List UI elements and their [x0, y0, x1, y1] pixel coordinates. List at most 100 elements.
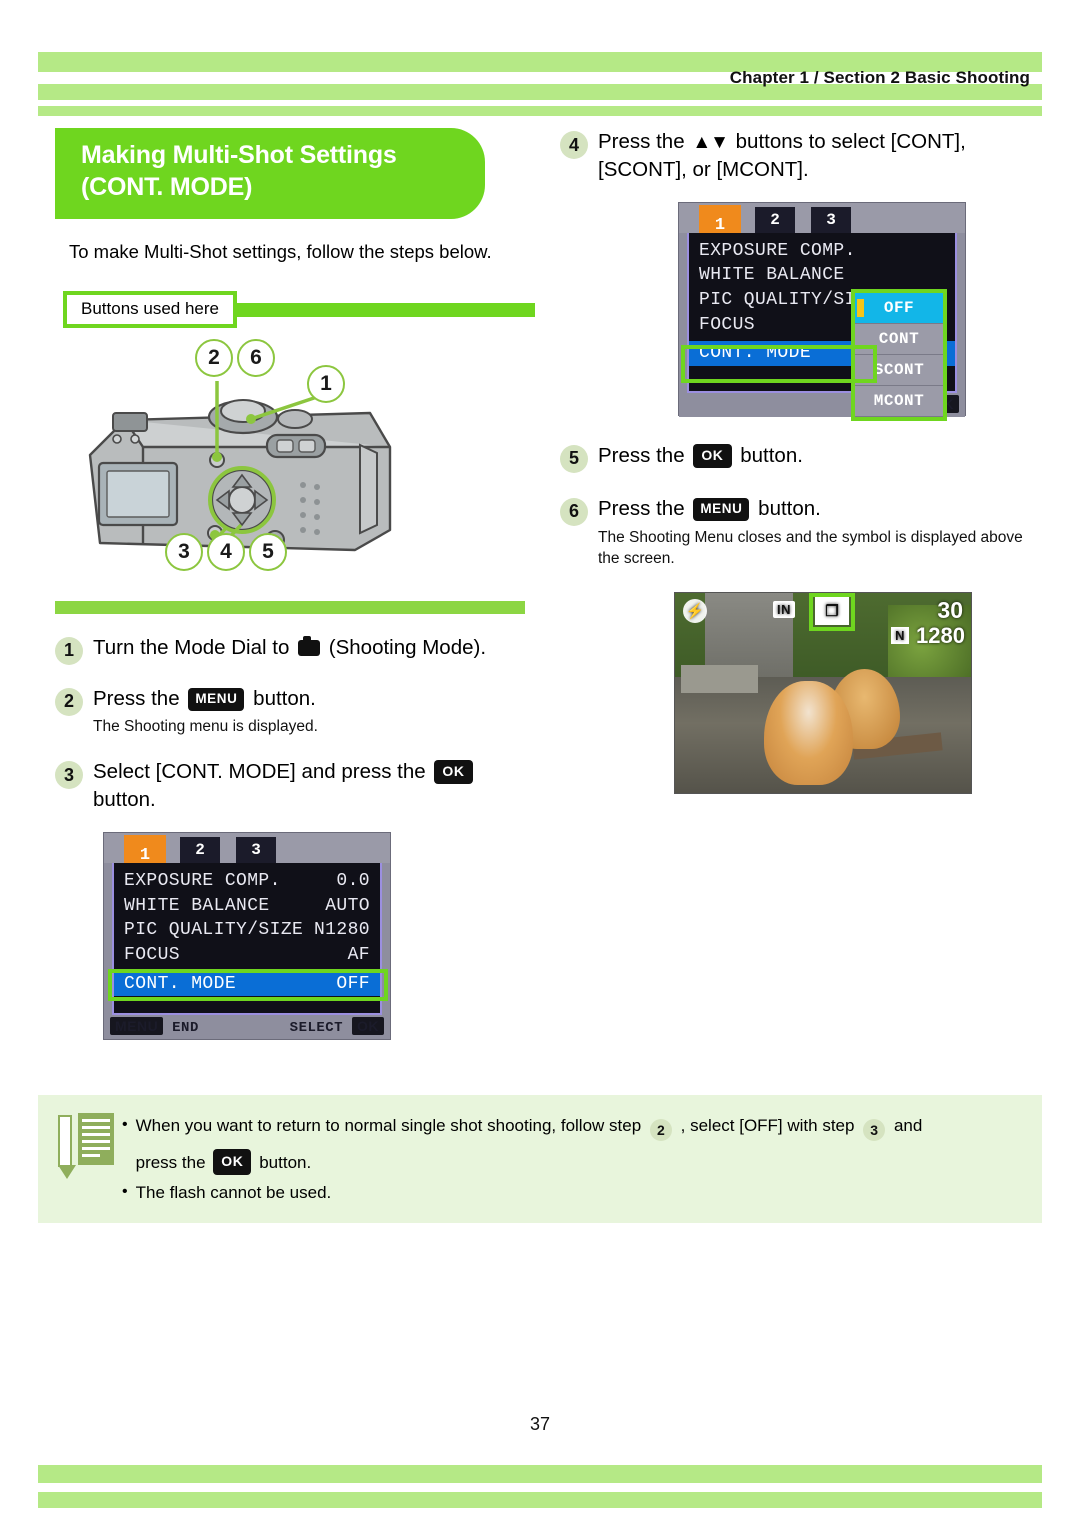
- menu-key-icon: MENU: [693, 497, 750, 522]
- note-pencil-icon: [54, 1111, 116, 1179]
- note-line-1: • When you want to return to normal sing…: [122, 1113, 1024, 1176]
- note-line-2: press the OK button.: [135, 1149, 312, 1176]
- lcd-row-exposure-label: EXPOSURE COMP.: [124, 870, 281, 891]
- note-line-3-text: The flash cannot be used.: [135, 1182, 332, 1202]
- step-1: 1 Turn the Mode Dial to (Shooting Mode).: [55, 634, 525, 665]
- note-line-2-a: press the: [135, 1153, 206, 1172]
- lcd-left-tab-3: 3: [236, 836, 276, 863]
- lcd-row-focus-label: FOCUS: [124, 944, 181, 965]
- step-3-text-before: Select [CONT. MODE] and press the: [93, 760, 426, 784]
- menu-key-icon: MENU: [110, 1017, 164, 1036]
- step-6-text-before: Press the: [598, 496, 685, 520]
- note-box: • When you want to return to normal sing…: [38, 1095, 1042, 1223]
- callout-5: 5: [249, 532, 287, 571]
- lcd-row-pic-quality-label: PIC QUALITY/SIZE: [124, 920, 304, 941]
- note-line-1-a: When you want to return to normal single…: [135, 1116, 642, 1135]
- lcd-row-cont-mode-value: OFF: [336, 973, 370, 994]
- inline-step-2: 2: [649, 1119, 672, 1141]
- callout-3: 3: [165, 532, 203, 571]
- camera-icon: [298, 635, 321, 656]
- callout-4: 4: [207, 532, 245, 571]
- section-divider: [55, 600, 525, 614]
- note-body: • When you want to return to normal sing…: [122, 1111, 1024, 1207]
- ok-key-icon: OK: [352, 1017, 384, 1036]
- step-3: 3 Select [CONT. MODE] and press the OK b…: [55, 758, 525, 814]
- lcd-left-footer-left: MENU END: [110, 1017, 199, 1036]
- note-line-2-b: button.: [259, 1153, 312, 1172]
- lcd-left-tabs: 1 2 3: [104, 832, 390, 877]
- right-column: 4 Press the ▲▼ buttons to select [CONT],…: [560, 128, 1030, 794]
- footer-band-bottom: [38, 1492, 1042, 1508]
- lcd-left-tab-2: 2: [180, 836, 220, 863]
- lcd-right-panel: EXPOSURE COMP. WHITE BALANCE PIC QUALITY…: [687, 232, 957, 421]
- lcd-left-rows: EXPOSURE COMP. 0.0 WHITE BALANCE AUTO PI…: [114, 863, 380, 997]
- camera-illustration: 2 6 1 3 4 5: [55, 335, 525, 585]
- lcd-left-footer-right: SELECT OK: [290, 1017, 384, 1036]
- lcd-r-row-exposure: EXPOSURE COMP.: [689, 239, 955, 264]
- photo-cat-front: [763, 681, 853, 785]
- step-5-text-after: button.: [740, 443, 803, 467]
- quality-badge: N: [891, 627, 909, 644]
- lcd-right-tab-2: 2: [755, 206, 795, 233]
- cont-mode-dropdown[interactable]: OFF CONT SCONT MCONT: [851, 288, 947, 421]
- step-6-number: 6: [560, 497, 588, 526]
- intro-text: To make Multi-Shot settings, follow the …: [69, 241, 492, 262]
- lcd-left-panel: EXPOSURE COMP. 0.0 WHITE BALANCE AUTO PI…: [112, 862, 382, 1015]
- lcd-row-focus: FOCUS AF: [114, 943, 380, 968]
- step-1-body: Turn the Mode Dial to (Shooting Mode).: [93, 634, 486, 662]
- page-number: 37: [529, 1414, 551, 1434]
- buttons-used-here: Buttons used here: [63, 290, 535, 329]
- lcd-menu-screenshot-left: 1 2 3 EXPOSURE COMP. 0.0 WHITE BALANCE A…: [103, 831, 391, 1040]
- dropdown-option-off[interactable]: OFF: [855, 292, 943, 324]
- note-line-1-text: When you want to return to normal single…: [135, 1113, 923, 1176]
- up-down-arrows-icon: ▲▼: [692, 132, 729, 153]
- pencil-icon: [58, 1115, 76, 1179]
- page-title-line1: Making Multi-Shot Settings: [81, 141, 397, 169]
- step-6: 6 Press the MENU button. The Shooting Me…: [560, 495, 1030, 570]
- note-line-1-b: , select [OFF] with step: [680, 1116, 855, 1135]
- step-3-number: 3: [55, 761, 83, 790]
- step-2-body: Press the MENU button. The Shooting menu…: [93, 685, 318, 739]
- note-line-3: • The flash cannot be used.: [122, 1180, 1024, 1206]
- flash-off-icon: ⚡: [683, 599, 707, 623]
- chapter-title: Chapter 1 / Section 2 Basic Shooting: [729, 68, 1030, 87]
- step-5-body: Press the OK button.: [598, 442, 803, 470]
- buttons-used-label: Buttons used here: [63, 290, 237, 328]
- callout-6: 6: [237, 338, 275, 377]
- step-4-text-before: Press the: [598, 130, 685, 153]
- step-1-number: 1: [55, 636, 83, 665]
- lcd-row-pic-quality-value: N1280: [313, 920, 370, 941]
- camera-preview-photo: ⚡ IN ❐ 30 N 1280: [674, 592, 972, 794]
- dropdown-option-mcont[interactable]: MCONT: [855, 385, 943, 417]
- lcd-r-row-white-balance-label: WHITE BALANCE: [699, 265, 845, 286]
- lcd-menu-screenshot-right: 1 2 3 EXPOSURE COMP. WHITE BALANCE PIC Q…: [678, 201, 966, 421]
- lcd-left-footer: MENU END SELECT OK: [104, 1014, 390, 1039]
- lcd-row-white-balance: WHITE BALANCE AUTO: [114, 894, 380, 919]
- note-line-1-c: and: [893, 1116, 923, 1135]
- footer-band-top: [38, 1465, 1042, 1483]
- step-5-number: 5: [560, 444, 588, 473]
- step-3-body: Select [CONT. MODE] and press the OK but…: [93, 758, 525, 814]
- step-2: 2 Press the MENU button. The Shooting me…: [55, 685, 525, 739]
- callout-1: 1: [307, 364, 345, 403]
- lcd-row-cont-mode-label: CONT. MODE: [124, 973, 237, 994]
- step-2-text-after: button.: [253, 686, 316, 710]
- menu-key-icon: MENU: [188, 687, 245, 711]
- lcd-row-focus-value: AF: [347, 944, 370, 965]
- manual-page: Chapter 1 / Section 2 Basic Shooting Mak…: [0, 0, 1080, 1528]
- lcd-row-white-balance-label: WHITE BALANCE: [124, 895, 270, 916]
- lcd-row-exposure: EXPOSURE COMP. 0.0: [114, 869, 380, 894]
- header-band-bottom: [38, 106, 1042, 116]
- photo-step: [680, 665, 758, 693]
- step-1-text-before: Turn the Mode Dial to: [93, 635, 290, 659]
- camera-drawing: [88, 380, 392, 551]
- lcd-r-row-cont-mode-label: CONT. MODE: [699, 343, 812, 364]
- lcd-r-row-white-balance: WHITE BALANCE: [689, 263, 955, 288]
- left-column: Making Multi-Shot Settings (CONT. MODE) …: [55, 128, 535, 1040]
- note-bullet-2: •: [122, 1182, 128, 1200]
- remaining-shots: 30: [937, 597, 963, 623]
- dropdown-option-scont[interactable]: SCONT: [855, 354, 943, 386]
- dropdown-option-cont[interactable]: CONT: [855, 323, 943, 355]
- note-bullet-1: •: [122, 1116, 128, 1133]
- lcd-right-tab-3: 3: [811, 206, 851, 233]
